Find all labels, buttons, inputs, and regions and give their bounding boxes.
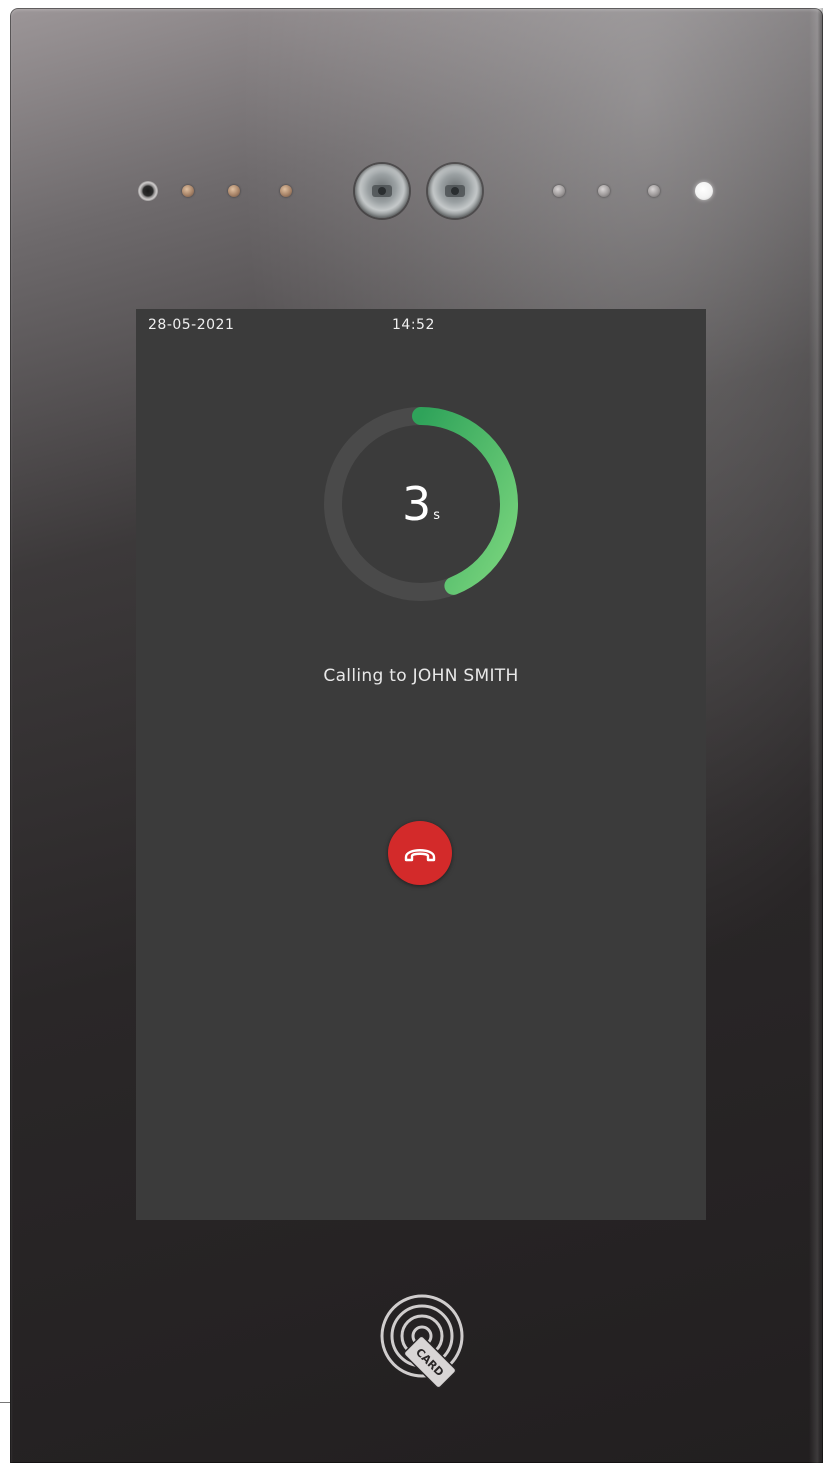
led-indicator: [182, 185, 194, 197]
led-indicator: [280, 185, 292, 197]
margin-tick: [0, 1402, 10, 1403]
status-time: 14:52: [392, 317, 435, 333]
led-indicator: [648, 185, 660, 197]
led-indicator: [228, 185, 240, 197]
display-screen: 28-05-2021 14:52 3 s Calling to JOHN SMI…: [136, 309, 706, 1220]
countdown-timer: 3 s: [320, 403, 522, 605]
countdown-unit: s: [433, 507, 441, 523]
countdown-value-group: 3 s: [320, 403, 522, 605]
calling-status-text: Calling to JOHN SMITH: [323, 666, 519, 686]
countdown-value: 3: [401, 477, 432, 531]
status-date: 28-05-2021: [148, 317, 235, 333]
led-indicator: [598, 185, 610, 197]
led-indicator-active: [695, 182, 713, 200]
microphone-icon: [138, 181, 158, 201]
hangup-button[interactable]: [388, 821, 452, 885]
card-reader[interactable]: CARD: [372, 1290, 472, 1400]
contactless-card-icon: CARD: [380, 1294, 464, 1389]
led-indicator: [553, 185, 565, 197]
camera-lens-right: [428, 164, 482, 218]
sensor-strip: [10, 8, 823, 268]
camera-lens-left: [355, 164, 409, 218]
phone-hangup-icon: [404, 849, 436, 862]
